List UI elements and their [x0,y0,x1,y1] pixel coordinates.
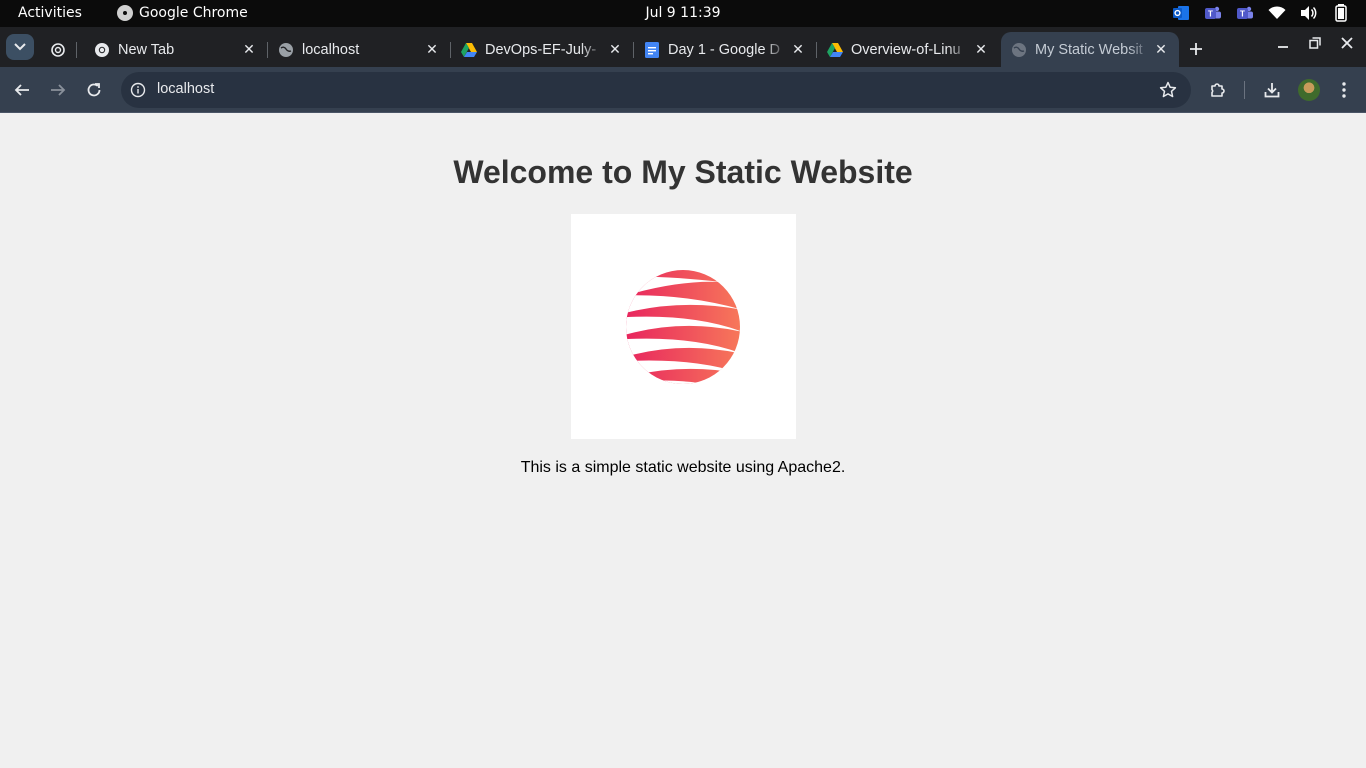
kebab-menu-icon [1342,82,1346,98]
system-tray: T T [1172,4,1350,22]
close-tab-icon[interactable]: ✕ [1151,41,1171,58]
volume-icon[interactable] [1300,4,1318,22]
extensions-button[interactable] [1207,79,1229,101]
close-tab-icon[interactable]: ✕ [422,41,442,58]
profile-avatar[interactable] [1298,79,1320,101]
close-window-button[interactable] [1341,37,1353,53]
svg-text:T: T [1208,10,1213,19]
svg-text:T: T [1240,10,1245,19]
teams-icon[interactable]: T [1236,4,1254,22]
url-text[interactable]: localhost [157,81,214,97]
tab-title: DevOps-EF-July- [485,41,597,58]
minimize-button[interactable] [1277,37,1289,53]
page-heading: Welcome to My Static Website [453,154,913,190]
tab-overview-of-linux[interactable]: Overview-of-Linu ✕ [817,32,999,67]
app-name: Google Chrome [139,5,248,21]
site-info-icon[interactable] [130,82,146,98]
back-button[interactable] [11,79,33,101]
tab-title: New Tab [118,41,175,58]
tab-pinned-chatgpt[interactable] [40,32,77,67]
address-bar[interactable]: localhost [121,72,1191,108]
striped-globe-icon [626,270,740,384]
wifi-icon[interactable] [1268,4,1286,22]
new-tab-button[interactable] [1189,37,1203,61]
chrome-app-icon [117,5,133,21]
battery-icon[interactable] [1332,4,1350,22]
puzzle-icon [1211,83,1225,97]
logo-image [571,214,796,439]
close-tab-icon[interactable]: ✕ [971,41,991,58]
clock[interactable]: Jul 9 11:39 [645,5,720,21]
tab-title: Day 1 - Google D [668,41,781,58]
google-drive-icon [827,42,843,58]
download-icon [1264,83,1280,98]
tab-day1-google-docs[interactable]: Day 1 - Google D ✕ [634,32,817,67]
tab-new-tab[interactable]: New Tab ✕ [84,32,268,67]
globe-icon [1011,42,1027,58]
chrome-menu-button[interactable] [1333,79,1355,101]
toolbar-separator [1244,81,1245,99]
restore-icon [1309,37,1321,49]
tab-title: localhost [302,41,360,58]
plus-icon [1190,43,1202,55]
reload-button[interactable] [83,79,105,101]
tab-title: My Static Websit [1035,41,1143,58]
tab-my-static-website[interactable]: My Static Websit ✕ [1001,32,1179,67]
globe-icon [278,42,294,58]
restore-button[interactable] [1309,37,1321,53]
close-tab-icon[interactable]: ✕ [788,41,808,58]
arrow-right-icon [51,84,66,96]
google-drive-icon [461,42,477,58]
page-description: This is a simple static website using Ap… [520,459,846,476]
tab-search-button[interactable] [6,34,34,60]
chatgpt-icon [50,42,66,58]
close-icon [1341,37,1353,49]
page-content: Welcome to My Static Website This is a s… [0,114,1366,768]
tab-separator [76,42,77,58]
app-menu[interactable]: Google Chrome [117,5,248,21]
close-tab-icon[interactable]: ✕ [605,41,625,58]
tab-title: Overview-of-Linu [851,41,961,58]
arrow-left-icon [14,84,29,96]
browser-toolbar: localhost [0,67,1366,113]
minimize-icon [1278,46,1288,48]
outlook-icon[interactable] [1172,4,1190,22]
chrome-icon [94,42,110,58]
tab-devops-ef-july[interactable]: DevOps-EF-July- ✕ [451,32,634,67]
activities-button[interactable]: Activities [18,5,82,21]
google-docs-icon [644,41,660,58]
close-tab-icon[interactable]: ✕ [239,41,259,58]
forward-button[interactable] [47,79,69,101]
chevron-down-icon [14,43,26,51]
system-top-bar: Activities Google Chrome Jul 9 11:39 T T [0,0,1366,27]
reload-icon [87,83,101,97]
tab-localhost[interactable]: localhost ✕ [268,32,451,67]
bookmark-star-icon[interactable] [1159,81,1177,99]
downloads-button[interactable] [1261,79,1283,101]
teams-icon[interactable]: T [1204,4,1222,22]
tab-strip: New Tab ✕ localhost ✕ DevOps-EF-July- ✕ … [0,27,1366,67]
